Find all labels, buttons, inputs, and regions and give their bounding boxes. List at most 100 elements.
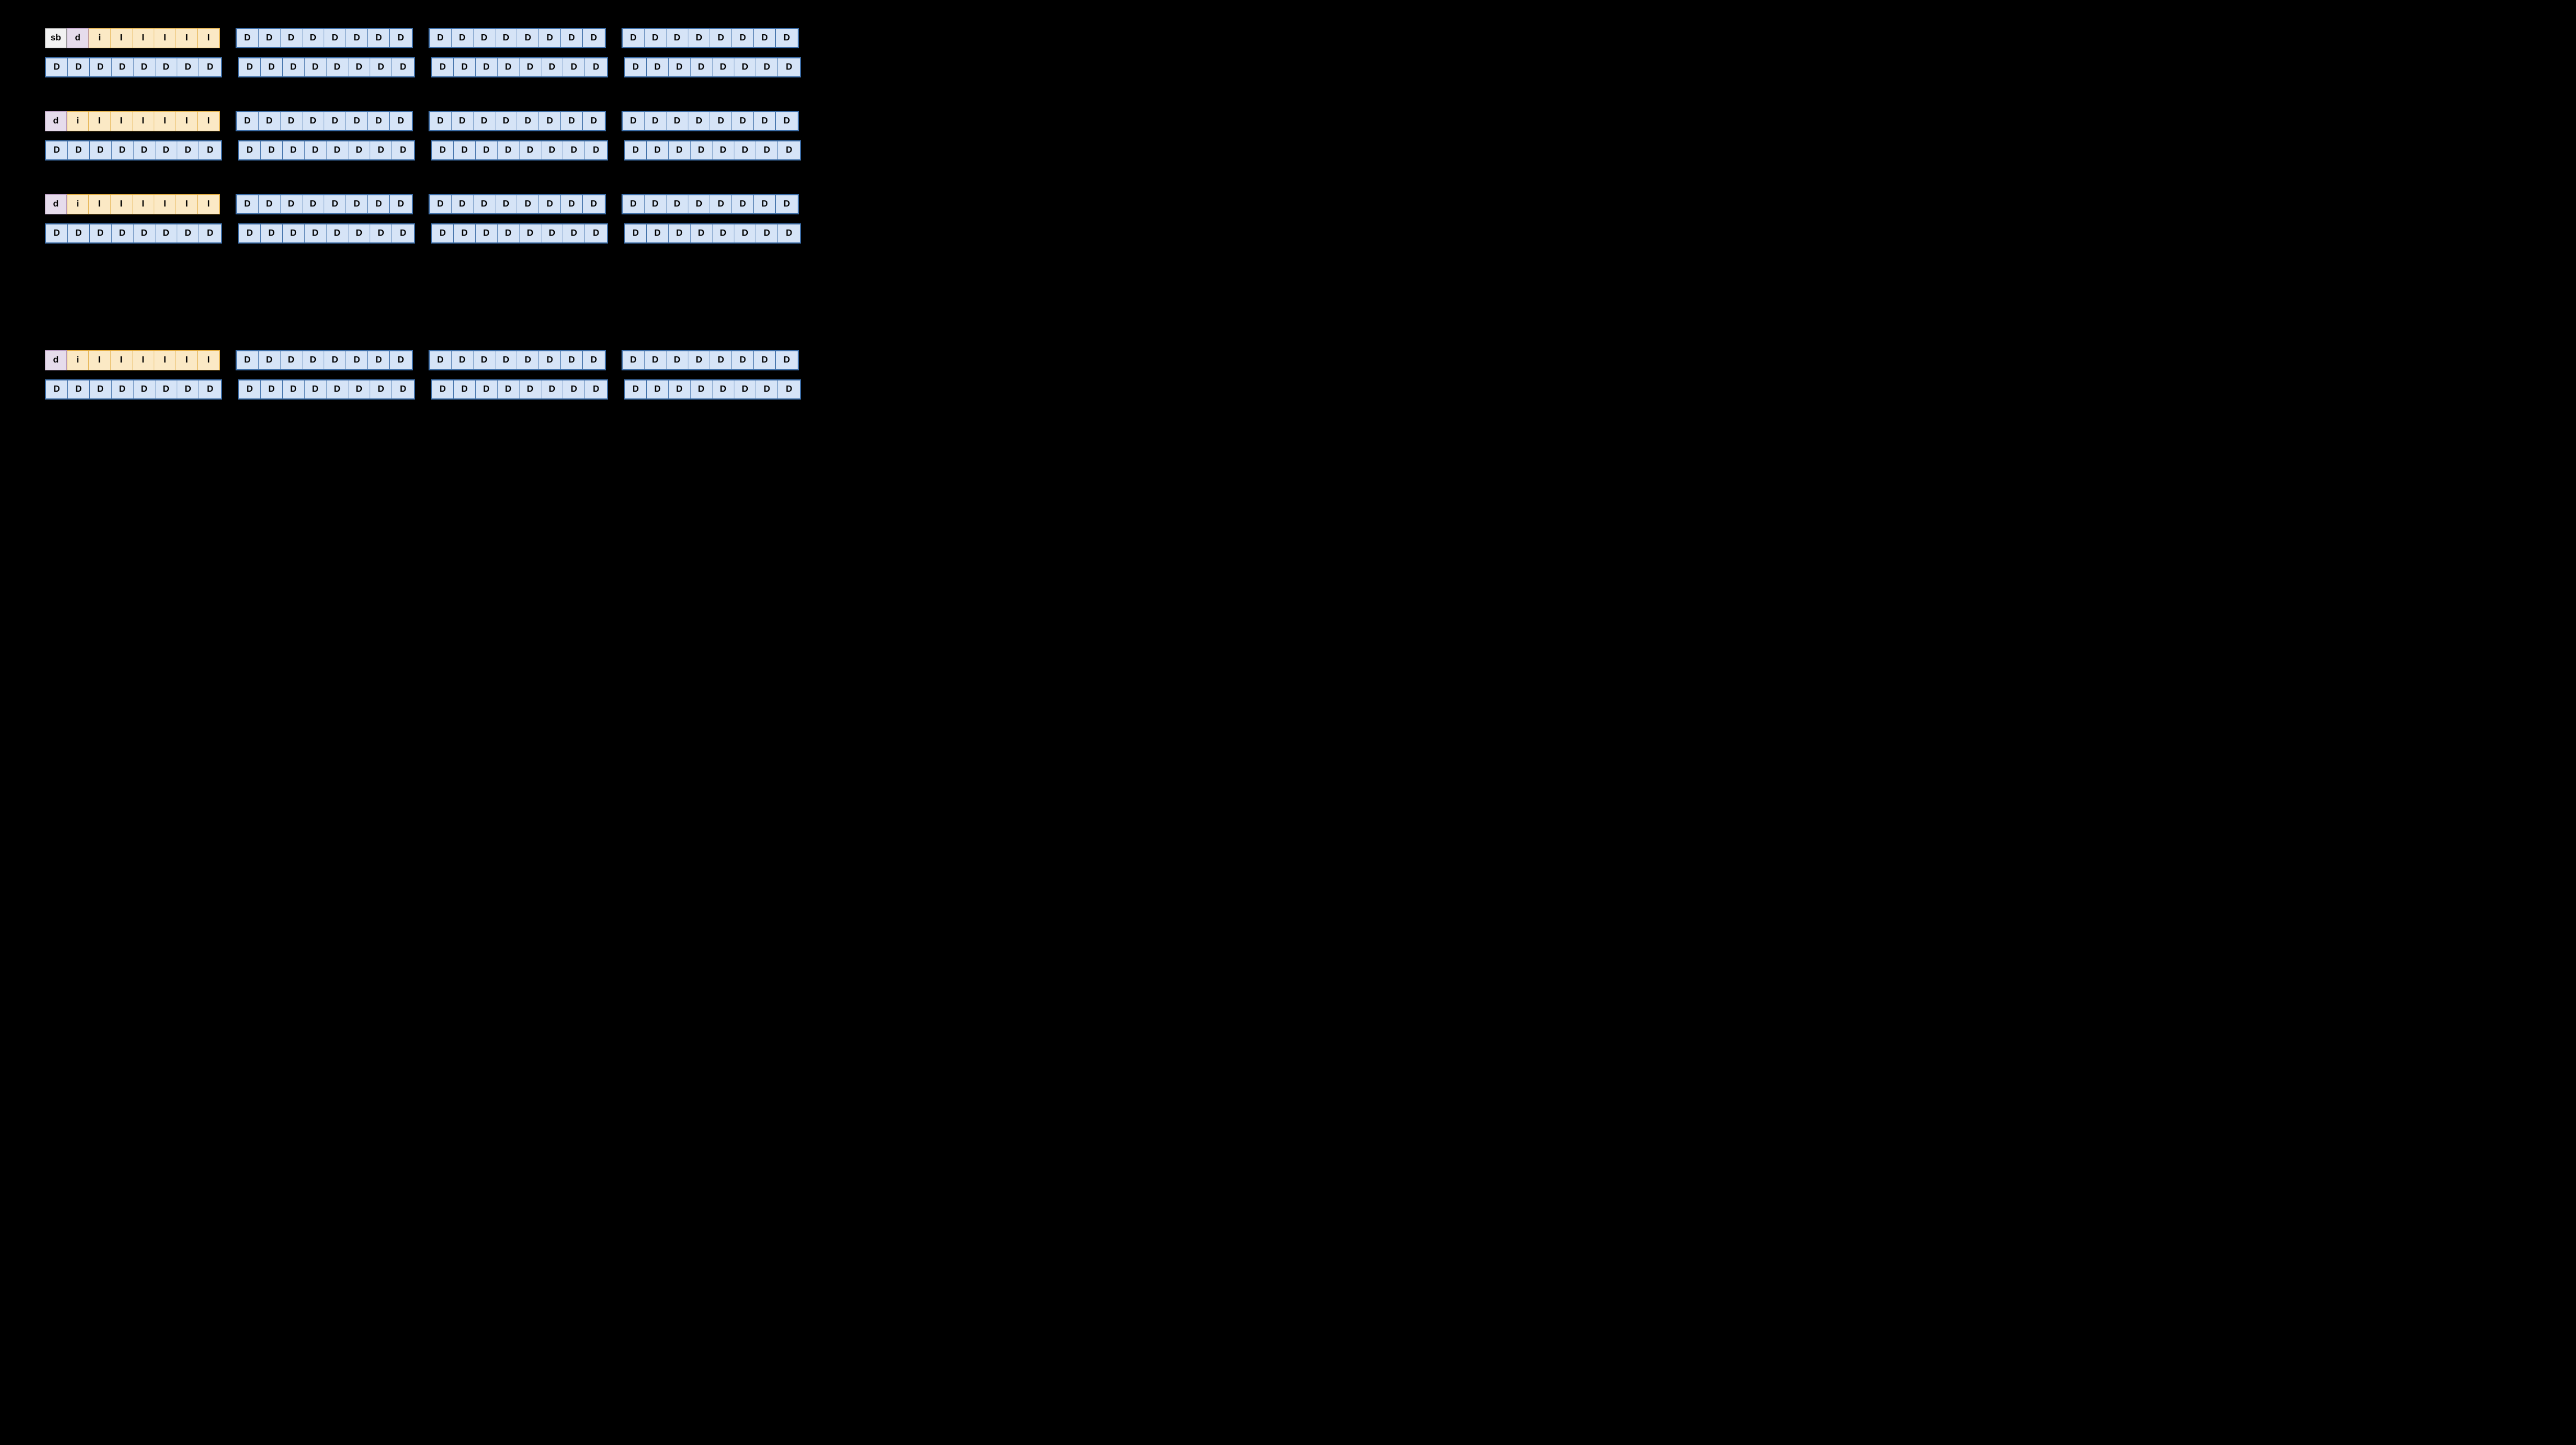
- cell-D: D: [647, 58, 669, 76]
- cell-D: D: [305, 224, 326, 242]
- byte-group: DDDDDDDD: [238, 140, 415, 160]
- cell-D: D: [585, 224, 607, 242]
- cell-D: D: [541, 141, 563, 159]
- cell-D: D: [368, 195, 390, 213]
- cell-d_small: d: [45, 111, 67, 131]
- cell-D: D: [454, 380, 476, 398]
- cell-D: D: [454, 224, 476, 242]
- cell-D: D: [259, 112, 280, 130]
- cell-D: D: [392, 141, 414, 159]
- cell-D: D: [430, 112, 452, 130]
- cell-D: D: [302, 29, 324, 47]
- cell-D: D: [432, 58, 454, 76]
- cell-D: D: [712, 224, 734, 242]
- cell-D: D: [261, 380, 283, 398]
- cell-D: D: [452, 195, 473, 213]
- cell-D: D: [776, 29, 798, 47]
- cell-D: D: [476, 224, 498, 242]
- cell-D: D: [776, 195, 798, 213]
- byte-group: sbdiIIIII: [45, 28, 220, 48]
- cell-D: D: [348, 58, 370, 76]
- cell-D: D: [517, 112, 539, 130]
- byte-group: DDDDDDDD: [45, 379, 222, 400]
- cell-D: D: [432, 380, 454, 398]
- cell-D: D: [237, 195, 259, 213]
- cell-D: D: [68, 141, 90, 159]
- cell-D: D: [712, 380, 734, 398]
- byte-group: DDDDDDDD: [429, 28, 606, 48]
- cell-D: D: [177, 58, 199, 76]
- cell-D: D: [326, 380, 348, 398]
- cell-D: D: [476, 58, 498, 76]
- cell-D: D: [666, 351, 688, 369]
- cell-D: D: [541, 224, 563, 242]
- byte-group: DDDDDDDD: [622, 350, 799, 370]
- cell-D: D: [710, 195, 732, 213]
- cell-D: D: [561, 351, 583, 369]
- cell-D: D: [432, 224, 454, 242]
- cell-D: D: [498, 58, 519, 76]
- cell-d_small: d: [67, 28, 89, 48]
- cell-D: D: [669, 224, 691, 242]
- cell-D: D: [430, 29, 452, 47]
- cell-D: D: [691, 141, 712, 159]
- byte-group: DDDDDDDD: [431, 379, 608, 400]
- cell-D: D: [625, 224, 647, 242]
- cell-D: D: [239, 380, 261, 398]
- cell-D: D: [541, 380, 563, 398]
- cell-D: D: [539, 29, 561, 47]
- cell-D: D: [302, 112, 324, 130]
- panel-1: diIIIIIIDDDDDDDDDDDDDDDDDDDDDDDDDDDDDDDD…: [45, 111, 2531, 160]
- cell-D: D: [563, 224, 585, 242]
- byte-group: DDDDDDDD: [431, 223, 608, 244]
- cell-D: D: [392, 380, 414, 398]
- cell-D: D: [112, 224, 134, 242]
- byte-group: DDDDDDDD: [624, 379, 801, 400]
- cell-D: D: [498, 224, 519, 242]
- cell-D: D: [68, 380, 90, 398]
- cell-I: I: [176, 350, 198, 370]
- cell-D: D: [280, 29, 302, 47]
- cell-D: D: [712, 141, 734, 159]
- cell-D: D: [46, 380, 68, 398]
- cell-I: I: [111, 194, 132, 214]
- cell-D: D: [283, 58, 305, 76]
- cell-D: D: [155, 141, 177, 159]
- cell-I: I: [198, 350, 220, 370]
- cell-D: D: [430, 195, 452, 213]
- row: diIIIIIIDDDDDDDDDDDDDDDDDDDDDDDD: [45, 111, 2531, 131]
- cell-D: D: [324, 195, 346, 213]
- byte-group: DDDDDDDD: [236, 350, 413, 370]
- cell-D: D: [519, 141, 541, 159]
- byte-group: DDDDDDDD: [622, 111, 799, 131]
- cell-D: D: [754, 29, 776, 47]
- cell-D: D: [283, 224, 305, 242]
- cell-D: D: [688, 29, 710, 47]
- cell-D: D: [68, 58, 90, 76]
- cell-D: D: [519, 380, 541, 398]
- cell-D: D: [239, 58, 261, 76]
- cell-D: D: [734, 141, 756, 159]
- cell-D: D: [177, 380, 199, 398]
- cell-D: D: [134, 141, 155, 159]
- cell-D: D: [473, 351, 495, 369]
- cell-D: D: [112, 58, 134, 76]
- cell-D: D: [259, 29, 280, 47]
- cell-D: D: [498, 380, 519, 398]
- cell-D: D: [134, 224, 155, 242]
- cell-D: D: [756, 141, 778, 159]
- cell-D: D: [585, 380, 607, 398]
- cell-D: D: [710, 351, 732, 369]
- cell-D: D: [778, 141, 800, 159]
- row: DDDDDDDDDDDDDDDDDDDDDDDDDDDDDDDD: [45, 57, 2531, 77]
- cell-I: I: [132, 194, 154, 214]
- cell-D: D: [732, 29, 754, 47]
- cell-D: D: [177, 224, 199, 242]
- byte-group: DDDDDDDD: [624, 223, 801, 244]
- cell-D: D: [280, 195, 302, 213]
- cell-D: D: [259, 351, 280, 369]
- cell-D: D: [237, 351, 259, 369]
- cell-D: D: [199, 58, 221, 76]
- byte-group: DDDDDDDD: [45, 57, 222, 77]
- cell-i_small: i: [67, 194, 89, 214]
